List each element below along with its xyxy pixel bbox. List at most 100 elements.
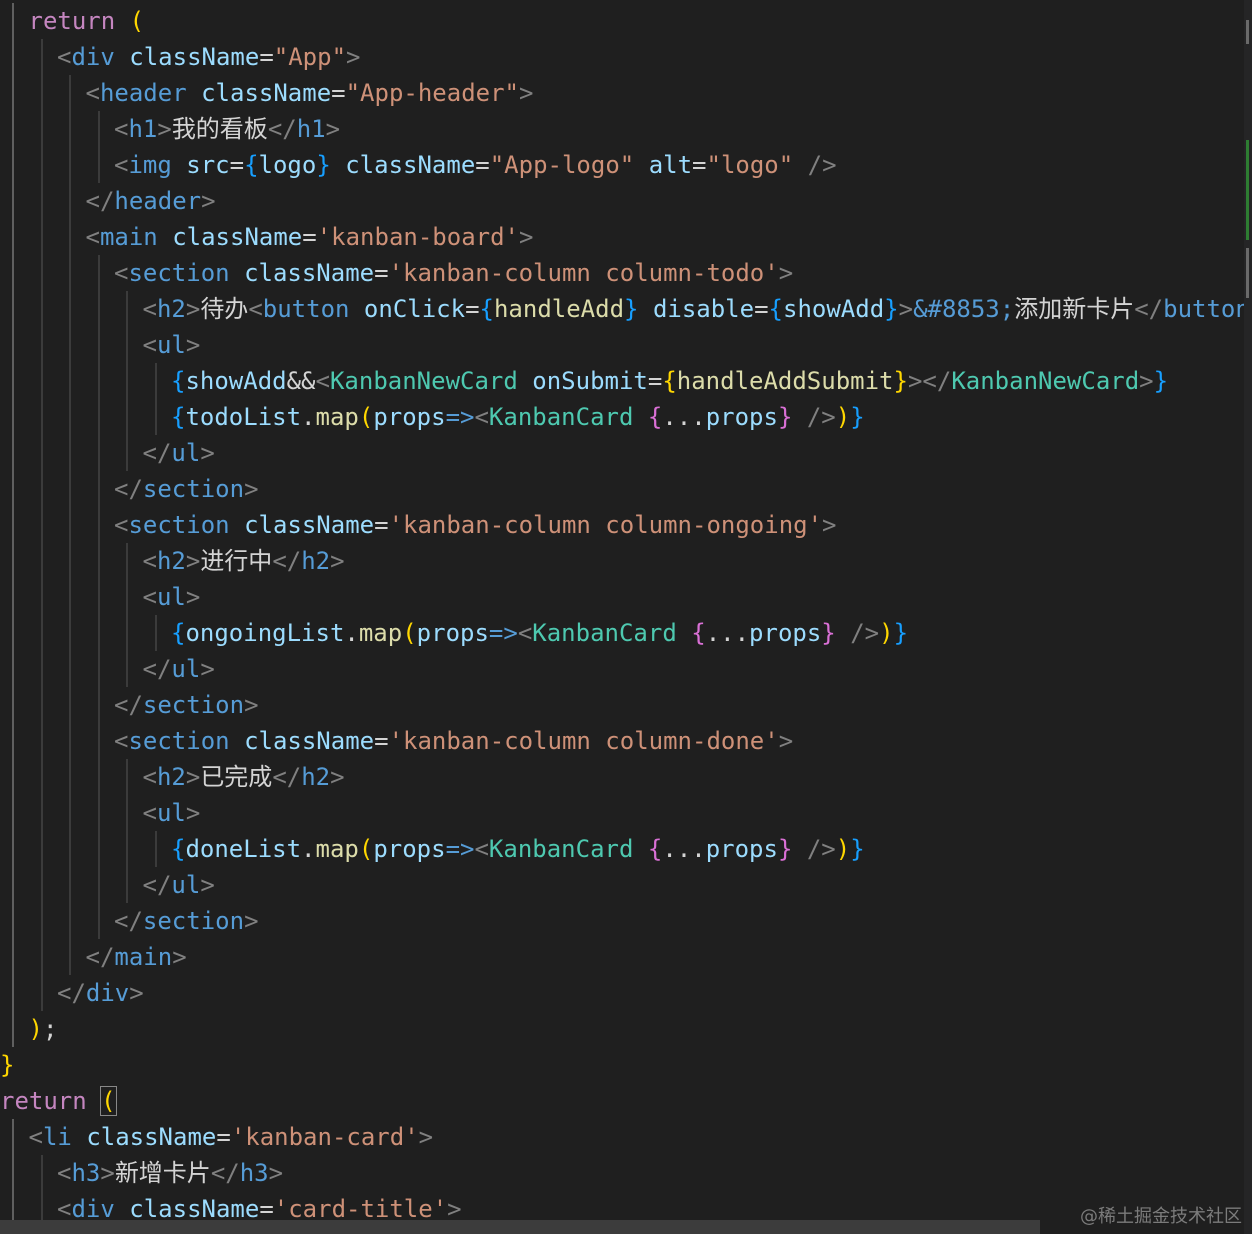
code-line[interactable]: </section> <box>114 903 259 939</box>
code-line[interactable]: </section> <box>114 687 259 723</box>
code-token: header <box>114 187 202 215</box>
code-token: < <box>57 43 72 71</box>
indent-guide <box>40 39 43 1011</box>
indent-guide <box>126 759 128 903</box>
code-token: 新增卡片 <box>114 1159 211 1187</box>
code-token: props <box>416 619 489 647</box>
code-line[interactable]: } <box>0 1047 14 1083</box>
code-line[interactable]: {todoList.map(props=><KanbanCard {...pro… <box>171 399 865 435</box>
code-token: > <box>519 79 534 107</box>
code-line[interactable]: {ongoingList.map(props=><KanbanCard {...… <box>171 615 908 651</box>
code-line[interactable]: <ul> <box>143 795 201 831</box>
code-line[interactable]: </main> <box>86 939 187 975</box>
watermark: @稀土掘金技术社区 <box>1080 1206 1242 1227</box>
indent-guide <box>40 1155 43 1227</box>
code-token: > <box>346 43 361 71</box>
code-token: h3 <box>71 1159 101 1187</box>
code-token: src <box>186 151 230 179</box>
code-editor[interactable]: return (<div className="App"> <header cla… <box>0 0 1252 1234</box>
code-token: < <box>114 511 129 539</box>
code-line[interactable]: <div className="App"> <box>57 39 360 75</box>
code-token: < <box>114 259 129 287</box>
code-token: 'kanban-card' <box>230 1123 419 1151</box>
vertical-scrollbar[interactable] <box>1244 0 1252 1234</box>
code-token: = <box>692 151 707 179</box>
code-token: KanbanCard <box>532 619 677 647</box>
code-line[interactable]: {doneList.map(props=><KanbanCard {...pro… <box>171 831 865 867</box>
code-token: onSubmit <box>532 367 648 395</box>
code-token: section <box>142 907 245 935</box>
code-token: props <box>705 403 778 431</box>
code-line[interactable]: <ul> <box>143 327 201 363</box>
code-token: > <box>418 1123 434 1151</box>
scrollbar-marker <box>1246 20 1249 44</box>
code-token: 我的看板 <box>171 115 268 143</box>
code-token: > <box>185 547 201 575</box>
code-line[interactable]: </header> <box>86 183 216 219</box>
code-line[interactable]: </ul> <box>143 651 215 687</box>
code-token: { <box>171 403 186 431</box>
code-token: handleAddSubmit <box>676 367 894 395</box>
code-token: < <box>142 295 157 323</box>
code-line[interactable]: return ( <box>0 1083 117 1119</box>
code-token: button <box>262 295 350 323</box>
code-line[interactable]: <h3>新增卡片</h3> <box>57 1155 283 1191</box>
code-token: ; <box>42 1015 58 1043</box>
indent-guide <box>97 255 100 939</box>
code-line[interactable]: <h2>已完成</h2> <box>143 759 345 795</box>
code-line[interactable]: </div> <box>57 975 144 1011</box>
code-token: KanbanNewCard <box>951 367 1140 395</box>
indent-guide <box>154 831 157 867</box>
code-line[interactable]: <section className='kanban-column column… <box>114 723 793 759</box>
code-line[interactable]: return ( <box>29 3 145 39</box>
code-token: > <box>200 439 215 467</box>
code-token: h1 <box>128 115 158 143</box>
code-token: } <box>1153 367 1169 395</box>
code-line[interactable]: </section> <box>114 471 259 507</box>
code-line[interactable]: <h2>待办<button onClick={handleAdd} disabl… <box>143 291 1250 327</box>
code-token: className <box>345 151 476 179</box>
code-line[interactable]: {showAdd&&<KanbanNewCard onSubmit={handl… <box>171 363 1168 399</box>
code-line[interactable]: <section className='kanban-column column… <box>114 507 837 543</box>
code-token: </ <box>272 547 302 575</box>
code-token: div <box>71 1195 115 1223</box>
code-line[interactable]: <h2>进行中</h2> <box>143 543 345 579</box>
code-line[interactable]: </ul> <box>143 867 215 903</box>
code-token: > <box>185 331 201 359</box>
code-token: < <box>114 115 129 143</box>
code-line[interactable]: <h1>我的看板</h1> <box>114 111 340 147</box>
code-token: } <box>777 835 793 863</box>
code-line[interactable]: <img src={logo} className="App-logo" alt… <box>114 147 837 183</box>
code-token: = <box>216 1123 231 1151</box>
code-line[interactable]: <header className="App-header"> <box>86 75 534 111</box>
code-line[interactable]: <main className='kanban-board'> <box>86 219 534 255</box>
code-token: { <box>171 367 186 395</box>
code-token: showAdd <box>185 367 287 395</box>
code-line[interactable]: ); <box>29 1011 58 1047</box>
code-token: > <box>129 979 144 1007</box>
code-line[interactable]: <section className='kanban-column column… <box>114 255 793 291</box>
code-token: h1 <box>296 115 326 143</box>
code-token: className <box>244 727 375 755</box>
code-token: } <box>850 403 865 431</box>
code-line[interactable]: <ul> <box>143 579 201 615</box>
indent-guide <box>12 3 14 1047</box>
code-area[interactable]: return (<div className="App"> <header cla… <box>0 0 1250 1234</box>
code-token: < <box>142 547 157 575</box>
code-token: . <box>301 835 316 863</box>
code-token: </ <box>57 979 86 1007</box>
code-token: > <box>244 475 259 503</box>
code-token: > <box>447 1195 462 1223</box>
code-line[interactable]: </ul> <box>143 435 215 471</box>
code-token: ul <box>171 871 201 899</box>
code-token: className <box>244 259 375 287</box>
code-token: && <box>286 367 316 395</box>
code-token: div <box>71 43 115 71</box>
indent-guide <box>69 75 71 975</box>
horizontal-scrollbar[interactable] <box>0 1220 1040 1234</box>
code-line[interactable]: <li className='kanban-card'> <box>29 1119 434 1155</box>
